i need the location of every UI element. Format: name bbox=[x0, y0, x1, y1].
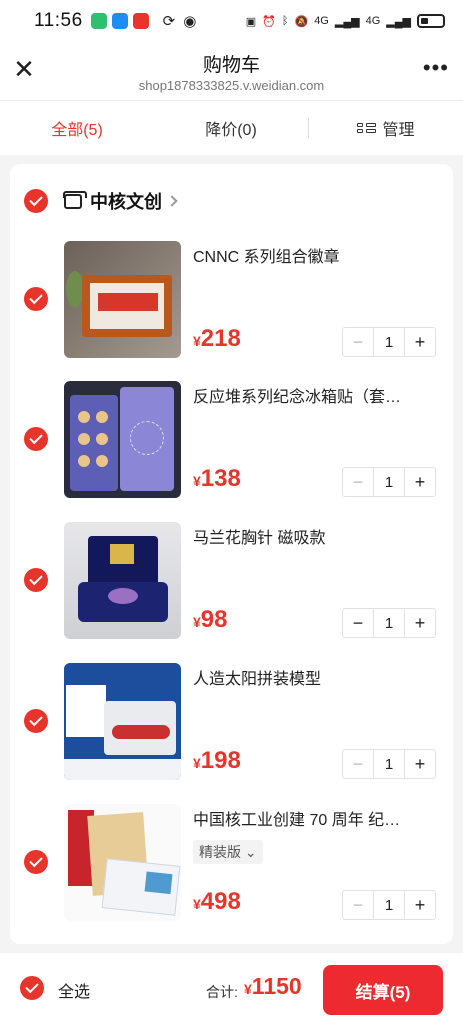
item-checkbox[interactable] bbox=[24, 427, 48, 451]
bluetooth-icon: ᛒ bbox=[281, 15, 289, 27]
quantity-stepper: − 1 + bbox=[342, 749, 436, 779]
more-options-icon[interactable]: ••• bbox=[423, 56, 449, 80]
network-label: 4G bbox=[365, 15, 381, 27]
mute-icon: 🔕 bbox=[294, 15, 309, 28]
network-label: 4G bbox=[314, 15, 329, 27]
variant-label: 精装版 bbox=[199, 844, 241, 860]
eye-icon: ◉ bbox=[183, 13, 197, 30]
product-image[interactable] bbox=[64, 663, 181, 780]
item-checkbox[interactable] bbox=[24, 709, 48, 733]
status-time: 11:56 bbox=[34, 10, 83, 31]
cart-item: CNNC 系列组合徽章 ¥218 − 1 + bbox=[10, 241, 453, 359]
chevron-down-icon: ⌄ bbox=[244, 844, 257, 860]
quantity-value[interactable]: 1 bbox=[373, 609, 405, 637]
decrease-button[interactable]: − bbox=[343, 609, 373, 637]
total-amount: ¥1150 bbox=[244, 973, 302, 999]
cart-item: 马兰花胸针 磁吸款 ¥98 − 1 + bbox=[10, 522, 453, 640]
select-all-label[interactable]: 全选 bbox=[58, 978, 90, 1002]
decrease-button[interactable]: − bbox=[343, 891, 373, 919]
tab-price-drop[interactable]: 降价(0) bbox=[154, 116, 308, 140]
item-title[interactable]: CNNC 系列组合徽章 bbox=[193, 243, 433, 267]
quantity-stepper: − 1 + bbox=[342, 608, 436, 638]
increase-button[interactable]: + bbox=[405, 750, 435, 778]
status-bar: 11:56 ⟳ ◉ ▣ ⏰ ᛒ 🔕 4G ▂▄▆ 4G ▂▄▆ bbox=[0, 0, 463, 42]
item-price: ¥138 bbox=[193, 465, 241, 492]
app-notification-icon bbox=[111, 13, 128, 29]
checkout-bar: 全选 合计: ¥1150 结算(5) bbox=[0, 953, 463, 1024]
tab-manage[interactable]: 管理 bbox=[309, 116, 463, 140]
item-checkbox[interactable] bbox=[24, 568, 48, 592]
store-cart-card: 中核文创 CNNC 系列组合徽章 ¥218 − 1 + 反应堆系列纪念冰箱贴（套… bbox=[10, 164, 453, 944]
nfc-icon: ▣ bbox=[245, 15, 257, 28]
product-image[interactable] bbox=[64, 804, 181, 921]
cart-tabs: 全部(5) 降价(0) 管理 bbox=[0, 100, 463, 155]
decrease-button[interactable]: − bbox=[343, 468, 373, 496]
status-indicators: ⟳ ◉ bbox=[163, 12, 197, 30]
decrease-button[interactable]: − bbox=[343, 328, 373, 356]
tab-manage-label: 管理 bbox=[382, 122, 415, 139]
signal-icon: ▂▄▆ bbox=[386, 15, 411, 28]
title-bar: ✕ 购物车 shop1878333825.v.weidian.com ••• bbox=[0, 42, 463, 100]
status-right: ▣ ⏰ ᛒ 🔕 4G ▂▄▆ 4G ▂▄▆ bbox=[246, 14, 445, 28]
cart-item: 反应堆系列纪念冰箱贴（套… ¥138 − 1 + bbox=[10, 381, 453, 499]
increase-button[interactable]: + bbox=[405, 468, 435, 496]
quantity-value[interactable]: 1 bbox=[373, 328, 405, 356]
increase-button[interactable]: + bbox=[405, 328, 435, 356]
app-notification-icon bbox=[132, 13, 149, 29]
quantity-stepper: − 1 + bbox=[342, 890, 436, 920]
total-label: 合计: bbox=[206, 984, 238, 1000]
manage-list-icon bbox=[357, 123, 377, 133]
item-title[interactable]: 中国核工业创建 70 周年 纪… bbox=[193, 806, 433, 830]
product-image[interactable] bbox=[64, 522, 181, 639]
quantity-value[interactable]: 1 bbox=[373, 891, 405, 919]
item-checkbox[interactable] bbox=[24, 287, 48, 311]
decrease-button[interactable]: − bbox=[343, 750, 373, 778]
item-title[interactable]: 人造太阳拼装模型 bbox=[193, 665, 433, 689]
store-name: 中核文创 bbox=[90, 192, 162, 212]
item-title[interactable]: 马兰花胸针 磁吸款 bbox=[193, 524, 433, 548]
chevron-right-icon bbox=[166, 195, 178, 207]
cart-item: 人造太阳拼装模型 ¥198 − 1 + bbox=[10, 663, 453, 781]
item-price: ¥498 bbox=[193, 888, 241, 915]
app-notification-icon bbox=[90, 13, 107, 29]
item-title[interactable]: 反应堆系列纪念冰箱贴（套… bbox=[193, 383, 433, 407]
item-checkbox[interactable] bbox=[24, 850, 48, 874]
variant-selector[interactable]: 精装版 ⌄ bbox=[193, 840, 263, 864]
store-icon bbox=[63, 190, 87, 209]
item-price: ¥198 bbox=[193, 747, 241, 774]
page-title: 购物车 bbox=[202, 55, 260, 76]
item-price: ¥218 bbox=[193, 325, 241, 352]
cart-item: 中国核工业创建 70 周年 纪… 精装版 ⌄ ¥498 − 1 + bbox=[10, 804, 453, 922]
product-image[interactable] bbox=[64, 381, 181, 498]
increase-button[interactable]: + bbox=[405, 891, 435, 919]
quantity-stepper: − 1 + bbox=[342, 467, 436, 497]
tab-all[interactable]: 全部(5) bbox=[0, 116, 154, 140]
status-app-icons bbox=[90, 13, 149, 29]
quantity-value[interactable]: 1 bbox=[373, 750, 405, 778]
item-price: ¥98 bbox=[193, 606, 228, 633]
alarm-icon: ⏰ bbox=[262, 15, 276, 28]
increase-button[interactable]: + bbox=[405, 609, 435, 637]
sync-icon: ⟳ bbox=[162, 13, 176, 30]
store-header[interactable]: 中核文创 bbox=[24, 188, 178, 214]
checkout-button[interactable]: 结算(5) bbox=[323, 965, 443, 1015]
product-image[interactable] bbox=[64, 241, 181, 358]
page-url: shop1878333825.v.weidian.com bbox=[138, 78, 325, 93]
battery-icon bbox=[417, 14, 445, 28]
store-checkbox[interactable] bbox=[24, 189, 48, 213]
select-all-checkbox[interactable] bbox=[20, 976, 44, 1000]
signal-icon: ▂▄▆ bbox=[334, 15, 360, 28]
quantity-value[interactable]: 1 bbox=[373, 468, 405, 496]
quantity-stepper: − 1 + bbox=[342, 327, 436, 357]
